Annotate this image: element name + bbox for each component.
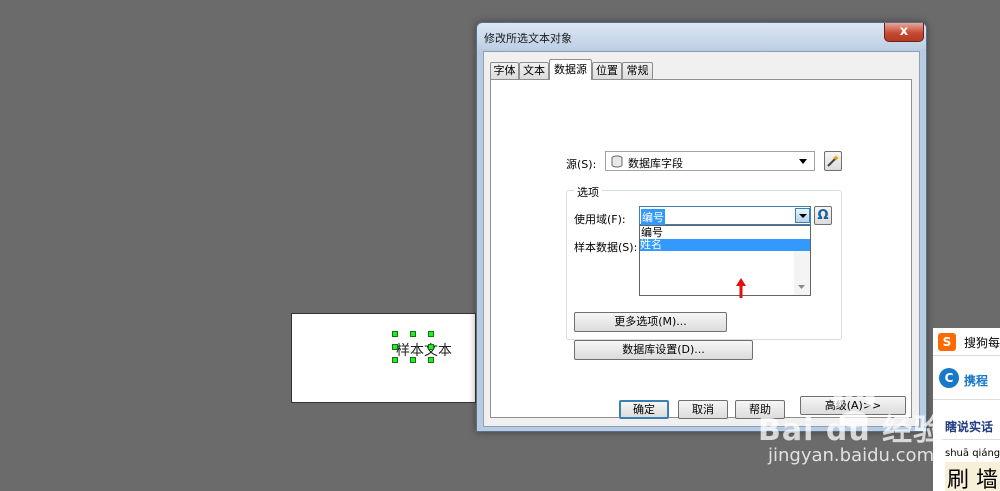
tab-text[interactable]: 文本: [519, 62, 549, 79]
dialog-client: 字体 文本 数据源 位置 常规 源(S): 数据库字段 选项 使用域(F): 编…: [483, 51, 920, 427]
field-dropdown-list[interactable]: 编号 姓名: [639, 225, 811, 296]
modify-text-dialog: 修改所选文本对象 x 字体 文本 数据源 位置 常规 源(S): 数据库字段 选…: [476, 22, 927, 432]
side-row-sogou[interactable]: S 搜狗每: [933, 328, 1000, 356]
watermark-url: jingyan.baidu.com: [768, 445, 935, 466]
ok-button[interactable]: 确定: [619, 400, 669, 419]
close-icon: x: [899, 24, 909, 39]
tab-font[interactable]: 字体: [490, 62, 519, 79]
field-select[interactable]: 编号: [639, 206, 811, 225]
selection-handle[interactable]: [428, 344, 434, 350]
source-value: 数据库字段: [628, 157, 683, 170]
sogou-icon: S: [938, 333, 956, 351]
calligraphy-chars: 刷 墙: [945, 462, 1000, 491]
selection-handle[interactable]: [392, 344, 398, 350]
red-arrow-icon: [736, 278, 746, 298]
dialog-title: 修改所选文本对象: [484, 32, 572, 45]
field-label: 使用域(F):: [574, 213, 626, 226]
cancel-button[interactable]: 取消: [678, 400, 728, 419]
options-group-title: 选项: [574, 184, 602, 200]
omega-icon: Ω: [817, 208, 829, 223]
scroll-down-icon: [798, 285, 805, 289]
selection-handle[interactable]: [392, 357, 398, 363]
source-select[interactable]: 数据库字段: [605, 151, 815, 171]
side-row-text: 搜狗每: [964, 336, 1000, 350]
field-value: 编号: [641, 209, 665, 225]
selection-handle[interactable]: [392, 331, 398, 337]
source-label: 源(S):: [566, 158, 597, 171]
side-row-text: 携程: [964, 374, 989, 388]
dropdown-scrollbar[interactable]: [794, 251, 810, 295]
selection-handle[interactable]: [410, 331, 416, 337]
side-row-ctrip[interactable]: C 携程: [933, 356, 1000, 400]
source-wizard-button[interactable]: [824, 151, 842, 171]
field-option-name[interactable]: 姓名: [640, 239, 810, 251]
dialog-titlebar[interactable]: 修改所选文本对象 x: [477, 23, 926, 49]
pinyin-text: shuā qiáng: [945, 448, 1000, 459]
sample-text-object[interactable]: 样本文本: [396, 340, 452, 360]
selection-handle[interactable]: [410, 357, 416, 363]
ctrip-icon: C: [939, 368, 959, 388]
close-button[interactable]: x: [884, 23, 924, 42]
field-option-id[interactable]: 编号: [641, 227, 809, 239]
chevron-down-icon: [799, 159, 807, 164]
selection-handle[interactable]: [428, 331, 434, 337]
insert-symbol-button[interactable]: Ω: [814, 206, 832, 225]
database-icon: [611, 155, 623, 168]
tab-panel-data-source: 源(S): 数据库字段 选项 使用域(F): 编号 Ω 编号 姓名 样本数据(S…: [490, 79, 912, 418]
chevron-down-icon: [799, 214, 807, 218]
selection-handle[interactable]: [428, 357, 434, 363]
side-row-text: 瞎说实话: [945, 420, 994, 434]
field-dropdown-button[interactable]: [795, 208, 810, 223]
tab-data-source[interactable]: 数据源: [549, 59, 592, 80]
paw-icon: [833, 386, 875, 428]
tab-position[interactable]: 位置: [592, 62, 622, 79]
magic-wand-icon: [827, 155, 839, 167]
database-settings-button[interactable]: 数据库设置(D)...: [574, 340, 753, 360]
tab-general[interactable]: 常规: [622, 62, 653, 79]
sample-data-label: 样本数据(S):: [574, 241, 638, 254]
more-options-button[interactable]: 更多选项(M)...: [574, 312, 727, 332]
